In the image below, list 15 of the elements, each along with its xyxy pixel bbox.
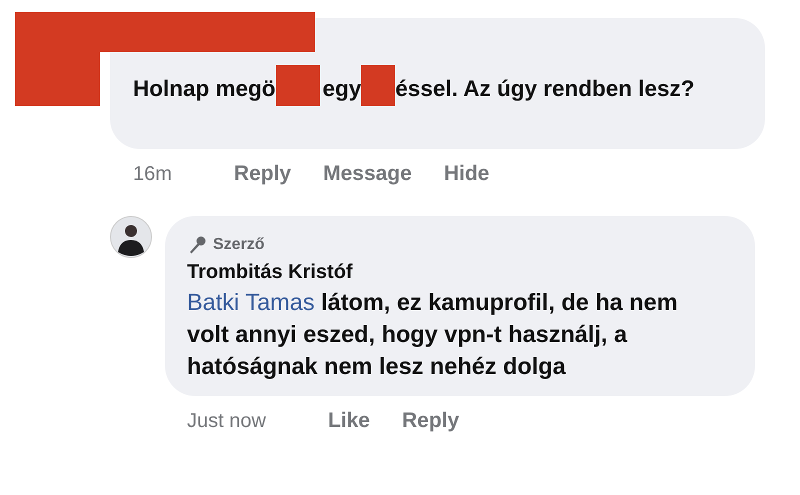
action-link[interactable]: Hide <box>444 162 490 186</box>
microphone-icon <box>187 235 207 255</box>
avatar[interactable] <box>110 216 152 258</box>
reply-text: Batki Tamas látom, ez kamuprofil, de ha nem volt annyi eszed, hogy vpn-t használj, a hatóságnak nem lesz nehéz dolga <box>187 288 679 381</box>
author-name[interactable]: Trombitás Kristóf <box>187 261 735 284</box>
redaction-block <box>361 65 396 106</box>
comment-text: Holnap megö egy éssel. Az úgy rendben lesz? <box>133 71 733 106</box>
comment-time: 16m <box>133 162 172 186</box>
reply-time: Just now <box>187 410 266 432</box>
action-link[interactable]: Reply <box>402 409 460 433</box>
author-label: Szerző <box>213 236 265 254</box>
action-link[interactable]: Like <box>328 409 370 433</box>
action-link[interactable]: Message <box>323 162 412 186</box>
mention-link[interactable]: Batki Tamas <box>187 289 315 315</box>
action-link[interactable]: Reply <box>234 162 292 186</box>
